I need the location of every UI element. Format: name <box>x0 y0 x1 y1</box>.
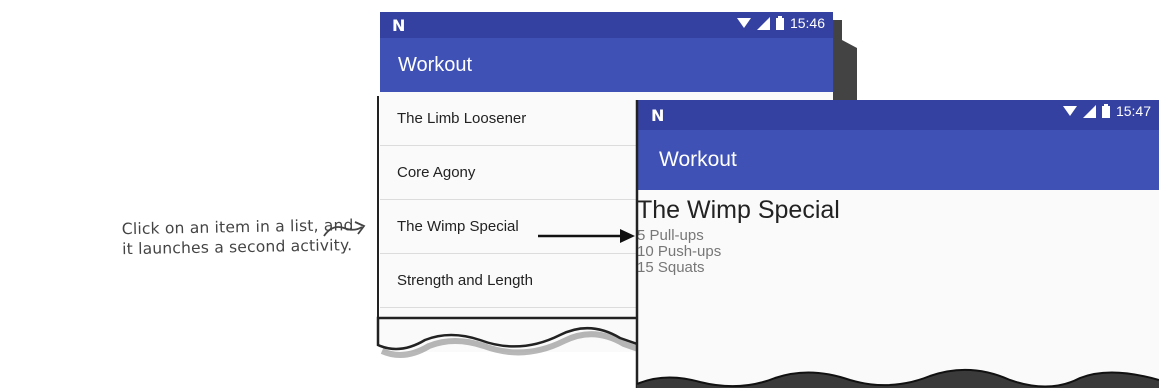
detail-line: 5 Pull-ups <box>637 227 704 244</box>
notification-logo: N <box>651 106 665 125</box>
list-item-label: Core Agony <box>397 164 476 181</box>
list-item-label: The Limb Loosener <box>397 110 527 127</box>
notification-logo: N <box>392 16 406 35</box>
list-item-label: Strength and Length <box>397 272 533 289</box>
phone-screen-detail: N 15:47 Workout The Wimp Special 5 Pull-… <box>637 100 1159 388</box>
wifi-icon <box>1062 106 1077 116</box>
list-item-label: The Wimp Special <box>397 218 519 235</box>
app-bar: Workout <box>380 38 833 92</box>
wifi-icon <box>736 18 751 28</box>
detail-title: The Wimp Special <box>637 196 840 224</box>
battery-icon <box>775 16 784 30</box>
no-signal-icon <box>756 16 770 30</box>
annotation-arrow-icon <box>323 221 366 237</box>
app-bar: Workout <box>637 130 1159 190</box>
app-title: Workout <box>659 148 737 171</box>
status-time: 15:46 <box>789 15 825 31</box>
no-signal-icon <box>1082 104 1096 118</box>
battery-icon <box>1101 104 1110 118</box>
pointer-arrow-icon <box>538 229 635 243</box>
detail-line: 10 Push-ups <box>637 243 722 260</box>
workout-detail: The Wimp Special 5 Pull-ups 10 Push-ups … <box>637 196 1159 276</box>
app-title: Workout <box>398 53 473 76</box>
detail-line: 15 Squats <box>637 259 705 276</box>
status-bar: N 15:46 <box>380 12 833 38</box>
status-time: 15:47 <box>1115 103 1151 119</box>
status-bar: N 15:47 <box>637 100 1159 130</box>
